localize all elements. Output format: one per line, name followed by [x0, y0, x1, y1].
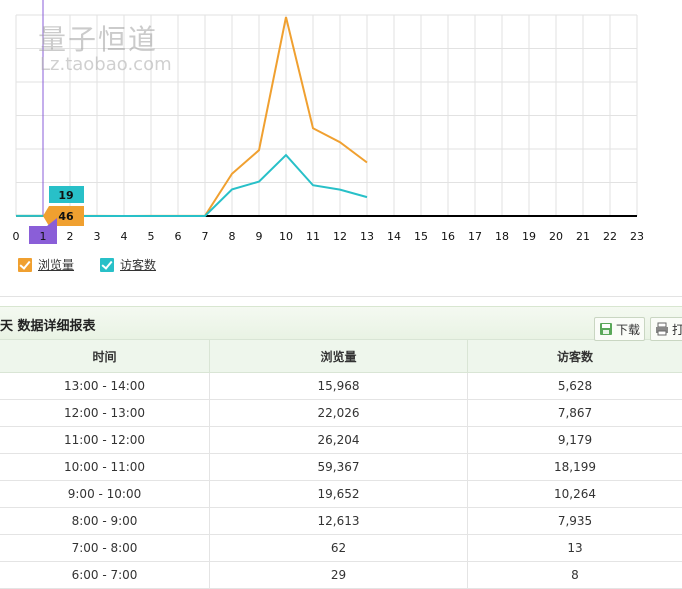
watermark-title: 量子恒道: [38, 18, 158, 58]
table-row: 9:00 - 10:0019,65210,264: [0, 481, 682, 508]
table-row: 7:00 - 8:006213: [0, 535, 682, 562]
x-tick-label: 7: [202, 230, 209, 243]
cell-time: 9:00 - 10:00: [0, 481, 210, 508]
column-header-time[interactable]: 时间: [0, 340, 210, 373]
x-tick-label: 12: [333, 230, 347, 243]
x-tick-label: 14: [387, 230, 401, 243]
x-tick-label: 0: [13, 230, 20, 243]
x-tick-label: 9: [256, 230, 263, 243]
x-tick-label: 17: [468, 230, 482, 243]
table-row: 10:00 - 11:0059,36718,199: [0, 454, 682, 481]
cell-pageviews: 62: [210, 535, 468, 562]
legend-item-visitors[interactable]: 访客数: [100, 256, 156, 273]
tooltip-value-visitors: 19: [58, 189, 73, 202]
cell-time: 12:00 - 13:00: [0, 400, 210, 427]
line-chart: 0123456789101112131415161718192021222319…: [0, 0, 682, 280]
cell-pageviews: 12,613: [210, 508, 468, 535]
x-tick-label: 2: [67, 230, 74, 243]
x-tick-label: 19: [522, 230, 536, 243]
table-row: 12:00 - 13:0022,0267,867: [0, 400, 682, 427]
x-tick-label: 11: [306, 230, 320, 243]
cell-time: 10:00 - 11:00: [0, 454, 210, 481]
cell-time: 11:00 - 12:00: [0, 427, 210, 454]
report-table: 时间 浏览量 访客数 13:00 - 14:0015,9685,628 12:0…: [0, 339, 682, 589]
checkbox-icon[interactable]: [18, 258, 32, 272]
legend-label: 访客数: [120, 256, 156, 273]
print-label: 打: [672, 321, 682, 338]
cell-visitors: 9,179: [468, 427, 682, 454]
cell-visitors: 10,264: [468, 481, 682, 508]
printer-icon: [655, 322, 669, 336]
report-panel: 天 数据详细报表 下载 打 时间 浏览量 访客数 13:00 - 14:0015…: [0, 306, 682, 589]
cell-visitors: 18,199: [468, 454, 682, 481]
cell-pageviews: 29: [210, 562, 468, 589]
download-button[interactable]: 下载: [594, 317, 645, 341]
cell-pageviews: 15,968: [210, 373, 468, 400]
x-tick-label: 4: [121, 230, 128, 243]
table-row: 13:00 - 14:0015,9685,628: [0, 373, 682, 400]
x-tick-label: 13: [360, 230, 374, 243]
x-tick-label: 23: [630, 230, 644, 243]
column-header-visitors[interactable]: 访客数: [468, 340, 682, 373]
report-title: 天 数据详细报表: [0, 315, 96, 334]
table-row: 6:00 - 7:00298: [0, 562, 682, 589]
table-row: 8:00 - 9:0012,6137,935: [0, 508, 682, 535]
cell-visitors: 7,935: [468, 508, 682, 535]
cell-time: 7:00 - 8:00: [0, 535, 210, 562]
cell-pageviews: 22,026: [210, 400, 468, 427]
x-tick-label: 10: [279, 230, 293, 243]
column-header-pageviews[interactable]: 浏览量: [210, 340, 468, 373]
cell-time: 13:00 - 14:00: [0, 373, 210, 400]
x-tick-label: 16: [441, 230, 455, 243]
save-icon: [599, 322, 613, 336]
cell-pageviews: 26,204: [210, 427, 468, 454]
x-axis-marker-label: 1: [40, 230, 47, 243]
cell-visitors: 5,628: [468, 373, 682, 400]
legend-label: 浏览量: [38, 256, 74, 273]
watermark-url: Lz.taobao.com: [40, 54, 172, 75]
checkbox-icon[interactable]: [100, 258, 114, 272]
cell-time: 6:00 - 7:00: [0, 562, 210, 589]
x-tick-label: 8: [229, 230, 236, 243]
x-tick-label: 6: [175, 230, 182, 243]
table-row: 11:00 - 12:0026,2049,179: [0, 427, 682, 454]
table-header-row: 时间 浏览量 访客数: [0, 340, 682, 373]
x-tick-label: 20: [549, 230, 563, 243]
x-tick-label: 22: [603, 230, 617, 243]
x-tick-label: 15: [414, 230, 428, 243]
tooltip-value-pageviews: 46: [58, 210, 74, 223]
legend-item-pageviews[interactable]: 浏览量: [18, 256, 74, 273]
cell-visitors: 8: [468, 562, 682, 589]
download-label: 下载: [616, 321, 640, 338]
x-tick-label: 21: [576, 230, 590, 243]
report-header: 天 数据详细报表 下载 打: [0, 306, 682, 339]
cell-pageviews: 59,367: [210, 454, 468, 481]
print-button[interactable]: 打: [650, 317, 682, 341]
cell-visitors: 13: [468, 535, 682, 562]
x-tick-label: 3: [94, 230, 101, 243]
cell-time: 8:00 - 9:00: [0, 508, 210, 535]
x-tick-label: 5: [148, 230, 155, 243]
x-tick-label: 18: [495, 230, 509, 243]
cell-visitors: 7,867: [468, 400, 682, 427]
divider: [0, 296, 682, 297]
cell-pageviews: 19,652: [210, 481, 468, 508]
